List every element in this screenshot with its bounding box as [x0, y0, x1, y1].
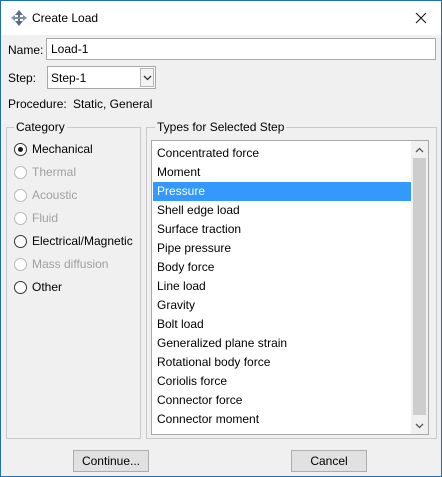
category-option-label: Electrical/Magnetic — [32, 234, 133, 248]
scroll-down-button[interactable] — [411, 417, 428, 434]
cancel-button[interactable]: Cancel — [291, 450, 367, 472]
chevron-down-icon — [415, 423, 424, 428]
list-item[interactable]: Connector moment — [153, 410, 411, 429]
list-item[interactable]: Surface traction — [153, 220, 411, 239]
scroll-up-button[interactable] — [411, 141, 428, 158]
list-scrollbar[interactable] — [411, 141, 428, 434]
scroll-thumb[interactable] — [413, 158, 426, 415]
list-item[interactable]: Rotational body force — [153, 353, 411, 372]
continue-button[interactable]: Continue... — [73, 450, 149, 472]
list-item[interactable]: Bolt load — [153, 315, 411, 334]
create-load-dialog: Create Load Name: Step: Step-1 Procedure… — [0, 0, 442, 477]
category-option-thermal: Thermal — [14, 163, 76, 181]
category-option-acoustic: Acoustic — [14, 186, 77, 204]
radio-button[interactable] — [14, 142, 27, 156]
window-title: Create Load — [32, 11, 99, 25]
step-dropdown-button[interactable] — [140, 68, 154, 87]
radio-button — [14, 257, 27, 271]
list-item[interactable]: Body force — [153, 258, 411, 277]
name-field[interactable] — [46, 38, 436, 60]
chevron-up-icon — [415, 147, 424, 152]
radio-button — [14, 165, 27, 179]
category-option-other[interactable]: Other — [14, 278, 62, 296]
category-option-fluid: Fluid — [14, 209, 58, 227]
list-item[interactable]: Gravity — [153, 296, 411, 315]
step-select[interactable]: Step-1 — [47, 66, 156, 89]
types-listbox[interactable]: Concentrated force Moment Pressure Shell… — [151, 140, 429, 435]
procedure-label: Procedure: — [8, 97, 67, 111]
category-option-label: Acoustic — [32, 188, 78, 202]
category-group-title: Category — [14, 120, 67, 134]
category-option-mass-diffusion: Mass diffusion — [14, 255, 108, 273]
list-item[interactable]: Pipe pressure — [153, 239, 411, 258]
close-icon — [415, 12, 427, 24]
step-select-value: Step-1 — [51, 71, 87, 85]
types-group-title: Types for Selected Step — [155, 120, 287, 134]
radio-button[interactable] — [14, 234, 27, 248]
radio-button[interactable] — [14, 280, 27, 294]
chevron-down-icon — [143, 75, 151, 80]
list-item[interactable]: Generalized plane strain — [153, 334, 411, 353]
close-button[interactable] — [401, 1, 441, 35]
list-item[interactable]: Shell edge load — [153, 201, 411, 220]
title-bar: Create Load — [1, 1, 441, 35]
list-item[interactable]: Concentrated force — [153, 144, 411, 163]
procedure-value: Static, General — [73, 97, 153, 111]
step-label: Step: — [8, 71, 37, 85]
app-icon — [10, 9, 28, 27]
name-label: Name: — [8, 43, 44, 57]
category-option-label: Other — [32, 280, 63, 294]
list-item[interactable]: Connector force — [153, 391, 411, 410]
category-option-label: Mass diffusion — [32, 257, 109, 271]
category-option-label: Fluid — [32, 211, 59, 225]
list-item[interactable]: Line load — [153, 277, 411, 296]
radio-button — [14, 188, 27, 202]
category-option-label: Thermal — [32, 165, 77, 179]
category-option-label: Mechanical — [32, 142, 93, 156]
radio-button — [14, 211, 27, 225]
list-item[interactable]: Coriolis force — [153, 372, 411, 391]
list-item-selected[interactable]: Pressure — [153, 182, 411, 201]
category-option-mechanical[interactable]: Mechanical — [14, 140, 93, 158]
list-item[interactable]: Moment — [153, 163, 411, 182]
category-option-electrical-magnetic[interactable]: Electrical/Magnetic — [14, 232, 133, 250]
